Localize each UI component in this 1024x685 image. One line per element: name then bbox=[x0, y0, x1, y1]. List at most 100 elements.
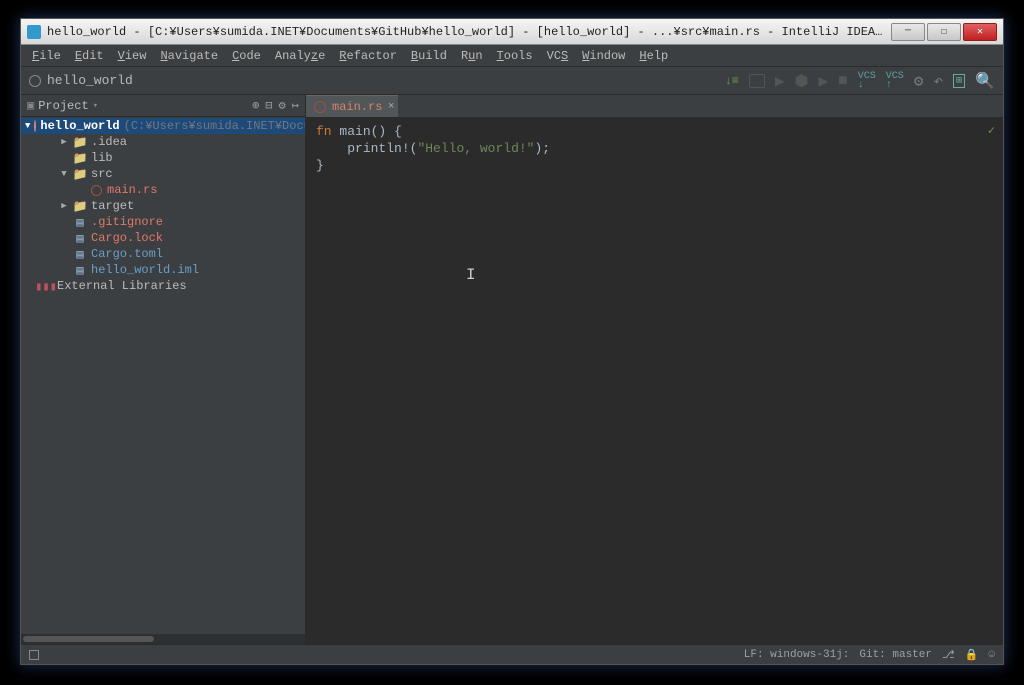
vcs-commit-icon[interactable]: VCS↑ bbox=[886, 72, 904, 90]
app-logo-icon bbox=[27, 25, 41, 39]
project-tree: ▼ hello_world (C:¥Users¥sumida.INET¥Docu… bbox=[21, 117, 305, 634]
status-encoding[interactable]: LF: windows-31j: bbox=[744, 649, 850, 661]
breadcrumb-label: hello_world bbox=[47, 73, 133, 88]
external-libraries[interactable]: ▮▮▮ External Libraries bbox=[21, 278, 305, 294]
folder-icon: 📁 bbox=[73, 199, 87, 214]
menu-edit[interactable]: Edit bbox=[68, 49, 111, 63]
tree-item-Cargo-toml[interactable]: ▤ Cargo.toml bbox=[21, 246, 305, 262]
status-toolwindow-icon[interactable] bbox=[29, 650, 39, 660]
toolbar: hello_world ↓≡ ▶ ⬢ ▶ ■ VCS↓ VCS↑ ⚙ ↶ ⊞ 🔍 bbox=[21, 67, 1003, 95]
settings-icon[interactable]: ⚙ bbox=[914, 71, 924, 91]
sidebar-header-label[interactable]: Project bbox=[38, 99, 88, 113]
sidebar-header: ▣ Project ▾ ⊕ ⊟ ⚙ ↦ bbox=[21, 95, 305, 117]
file-icon: ▤ bbox=[73, 247, 87, 262]
chevron-right-icon: ▶ bbox=[59, 137, 69, 147]
tab-main-rs[interactable]: main.rs × bbox=[306, 95, 398, 117]
editor-tabs: main.rs × bbox=[306, 95, 1003, 117]
tree-item-lib[interactable]: 📁 lib bbox=[21, 150, 305, 166]
rust-icon bbox=[34, 120, 36, 132]
rust-file-icon bbox=[314, 101, 326, 113]
file-icon: ▤ bbox=[73, 231, 87, 246]
coverage-icon[interactable]: ▶ bbox=[818, 71, 828, 91]
horizontal-scrollbar[interactable] bbox=[21, 634, 305, 644]
status-lock-icon[interactable]: 🔒 bbox=[965, 648, 979, 662]
folder-icon: 📁 bbox=[73, 167, 87, 182]
status-git[interactable]: Git: master bbox=[859, 649, 932, 661]
gear-icon[interactable]: ⚙ bbox=[279, 98, 286, 113]
folder-icon: 📁 bbox=[73, 135, 87, 150]
scroll-from-source-icon[interactable]: ⊕ bbox=[252, 98, 259, 113]
file-icon: ▤ bbox=[73, 263, 87, 278]
tree-item-label: Cargo.toml bbox=[91, 247, 163, 261]
menu-run[interactable]: Run bbox=[454, 49, 490, 63]
tree-item-hello_world-iml[interactable]: ▤ hello_world.iml bbox=[21, 262, 305, 278]
text-cursor-icon: I bbox=[466, 267, 476, 284]
structure-icon[interactable]: ⊞ bbox=[953, 74, 965, 88]
chevron-down-icon: ▼ bbox=[25, 121, 30, 131]
editor-area: main.rs × fn main() { println!("Hello, w… bbox=[306, 95, 1003, 644]
minimize-button[interactable]: ─ bbox=[891, 23, 925, 41]
app-window: hello_world - [C:¥Users¥sumida.INET¥Docu… bbox=[20, 18, 1004, 665]
project-sidebar: ▣ Project ▾ ⊕ ⊟ ⚙ ↦ ▼ hello_world (C:¥Us… bbox=[21, 95, 306, 644]
debug-icon[interactable]: ⬢ bbox=[795, 71, 809, 91]
status-hector-icon[interactable]: ☺ bbox=[988, 649, 995, 661]
vcs-update-icon[interactable]: VCS↓ bbox=[858, 72, 876, 90]
menu-file[interactable]: File bbox=[25, 49, 68, 63]
chevron-down-icon: ▼ bbox=[59, 169, 69, 179]
tree-item--gitignore[interactable]: ▤ .gitignore bbox=[21, 214, 305, 230]
stop-icon[interactable]: ■ bbox=[838, 72, 848, 90]
menu-build[interactable]: Build bbox=[404, 49, 454, 63]
chevron-right-icon: ▶ bbox=[59, 201, 69, 211]
run-icon[interactable]: ▶ bbox=[775, 71, 785, 91]
rust-file-icon bbox=[89, 185, 103, 196]
status-bar: LF: windows-31j: Git: master ⎇ 🔒 ☺ bbox=[21, 644, 1003, 664]
tree-item-target[interactable]: ▶ 📁 target bbox=[21, 198, 305, 214]
menu-code[interactable]: Code bbox=[225, 49, 268, 63]
menu-bar: File Edit View Navigate Code Analyze Ref… bbox=[21, 45, 1003, 67]
menu-tools[interactable]: Tools bbox=[490, 49, 540, 63]
maximize-button[interactable]: ☐ bbox=[927, 23, 961, 41]
tree-item-label: lib bbox=[91, 151, 113, 165]
inspection-ok-icon[interactable]: ✓ bbox=[988, 123, 995, 140]
status-branch-icon[interactable]: ⎇ bbox=[942, 648, 955, 662]
collapse-icon[interactable]: ⊟ bbox=[265, 98, 272, 113]
run-config-dropdown[interactable] bbox=[749, 74, 765, 88]
menu-vcs[interactable]: VCS bbox=[540, 49, 576, 63]
search-icon[interactable]: 🔍 bbox=[975, 71, 995, 91]
menu-view[interactable]: View bbox=[111, 49, 154, 63]
folder-icon: 📁 bbox=[73, 151, 87, 166]
close-tab-icon[interactable]: × bbox=[388, 101, 395, 113]
tree-item-Cargo-lock[interactable]: ▤ Cargo.lock bbox=[21, 230, 305, 246]
tree-item-label: .idea bbox=[91, 135, 127, 149]
menu-refactor[interactable]: Refactor bbox=[332, 49, 404, 63]
menu-help[interactable]: Help bbox=[632, 49, 675, 63]
menu-navigate[interactable]: Navigate bbox=[153, 49, 225, 63]
close-button[interactable]: ✕ bbox=[963, 23, 997, 41]
menu-analyze[interactable]: Analyze bbox=[268, 49, 332, 63]
tree-item-label: src bbox=[91, 167, 113, 181]
undo-icon[interactable]: ↶ bbox=[933, 71, 943, 91]
toolbar-icons: ↓≡ ▶ ⬢ ▶ ■ VCS↓ VCS↑ ⚙ ↶ ⊞ 🔍 bbox=[724, 71, 995, 91]
project-tool-icon: ▣ bbox=[27, 98, 34, 113]
file-icon: ▤ bbox=[73, 215, 87, 230]
menu-window[interactable]: Window bbox=[575, 49, 632, 63]
tree-item-main-rs[interactable]: main.rs bbox=[21, 182, 305, 198]
external-libraries-label: External Libraries bbox=[57, 279, 187, 293]
tree-root-label: hello_world bbox=[40, 119, 119, 133]
make-icon[interactable]: ↓≡ bbox=[724, 74, 738, 88]
libraries-icon: ▮▮▮ bbox=[39, 279, 53, 294]
tree-root[interactable]: ▼ hello_world (C:¥Users¥sumida.INET¥Docu… bbox=[21, 118, 305, 134]
code-editor[interactable]: fn main() { println!("Hello, world!"); }… bbox=[306, 117, 1003, 644]
tree-item--idea[interactable]: ▶ 📁 .idea bbox=[21, 134, 305, 150]
hide-icon[interactable]: ↦ bbox=[292, 98, 299, 113]
tree-item-label: .gitignore bbox=[91, 215, 163, 229]
dropdown-icon[interactable]: ▾ bbox=[93, 101, 98, 111]
tab-label: main.rs bbox=[332, 100, 382, 114]
tree-item-label: Cargo.lock bbox=[91, 231, 163, 245]
title-bar[interactable]: hello_world - [C:¥Users¥sumida.INET¥Docu… bbox=[21, 19, 1003, 45]
tree-item-src[interactable]: ▼ 📁 src bbox=[21, 166, 305, 182]
breadcrumb[interactable]: hello_world bbox=[29, 73, 133, 88]
rust-project-icon bbox=[29, 75, 41, 87]
tree-item-label: target bbox=[91, 199, 134, 213]
tree-item-label: hello_world.iml bbox=[91, 263, 199, 277]
